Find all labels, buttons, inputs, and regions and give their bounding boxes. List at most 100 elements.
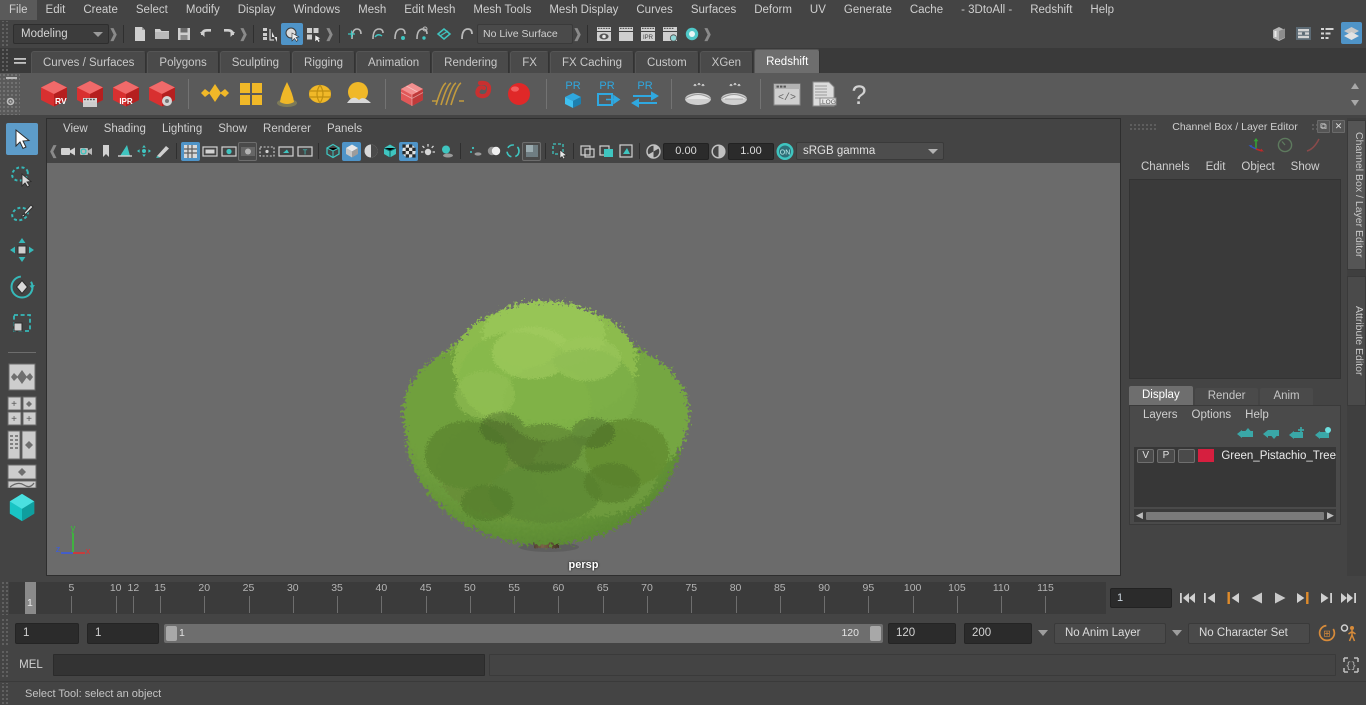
range-slider-grip[interactable] bbox=[0, 619, 9, 647]
motion-blur-icon[interactable] bbox=[484, 142, 503, 161]
redshift-log-icon[interactable]: .LOG bbox=[805, 76, 841, 112]
menu-item-edit-mesh[interactable]: Edit Mesh bbox=[395, 0, 464, 20]
redshift-environment-icon[interactable] bbox=[341, 76, 377, 112]
move-tool-button[interactable] bbox=[6, 234, 38, 266]
vertical-tab-attribute-editor[interactable]: Attribute Editor bbox=[1347, 276, 1366, 406]
range-end-field[interactable]: 120 bbox=[888, 622, 956, 644]
xray-joints-icon[interactable] bbox=[597, 142, 616, 161]
redshift-bake-all-icon[interactable] bbox=[716, 76, 752, 112]
layer-horizontal-scrollbar[interactable]: ◀ ▶ bbox=[1134, 509, 1336, 522]
ambient-occlusion-icon[interactable] bbox=[465, 142, 484, 161]
redshift-ipr-icon[interactable]: IPR bbox=[108, 76, 144, 112]
channel-box-menu-edit[interactable]: Edit bbox=[1198, 157, 1234, 177]
save-scene-icon[interactable] bbox=[173, 23, 195, 45]
status-divider-4[interactable]: ❱ bbox=[702, 25, 713, 43]
current-frame-field[interactable]: 1 bbox=[1110, 588, 1172, 608]
viewport-3d-canvas[interactable]: y x z persp bbox=[47, 163, 1120, 575]
play-forwards-icon[interactable] bbox=[1270, 588, 1289, 608]
viewport-menu-renderer[interactable]: Renderer bbox=[255, 119, 319, 139]
menu-item-3dtoall[interactable]: - 3DtoAll - bbox=[952, 0, 1021, 20]
render-view-icon[interactable] bbox=[593, 23, 615, 45]
move-layer-down-icon[interactable] bbox=[1263, 427, 1280, 443]
shelf-tab-xgen[interactable]: XGen bbox=[699, 51, 754, 73]
menu-item-generate[interactable]: Generate bbox=[835, 0, 901, 20]
wireframe-icon[interactable] bbox=[323, 142, 342, 161]
channel-box-title-bar[interactable]: Channel Box / Layer Editor ⧉ ✕ bbox=[1125, 118, 1345, 135]
vertical-tab-channel-box[interactable]: Channel Box / Layer Editor bbox=[1347, 120, 1366, 270]
status-divider-2[interactable]: ❱ bbox=[324, 25, 335, 43]
anim-layer-field[interactable]: No Anim Layer bbox=[1054, 622, 1166, 644]
viewport-menu-panels[interactable]: Panels bbox=[319, 119, 370, 139]
restore-icon[interactable]: ⧉ bbox=[1317, 120, 1330, 133]
texture-toggle-icon[interactable] bbox=[399, 141, 418, 161]
status-divider-3[interactable]: ❱ bbox=[572, 25, 583, 43]
color-management-selector[interactable]: sRGB gamma bbox=[796, 142, 944, 160]
channel-box-menu-object[interactable]: Object bbox=[1233, 157, 1282, 177]
image-plane-icon[interactable] bbox=[115, 142, 134, 161]
menu-item-curves[interactable]: Curves bbox=[627, 0, 681, 20]
layout-outliner-persp-button[interactable] bbox=[7, 430, 37, 460]
redshift-pr-export-icon[interactable]: PR bbox=[591, 76, 627, 112]
create-new-layer-icon[interactable] bbox=[1289, 427, 1306, 443]
status-divider-1[interactable]: ❱ bbox=[238, 25, 249, 43]
layer-color-swatch[interactable] bbox=[1198, 449, 1215, 462]
use-default-lighting-icon[interactable] bbox=[418, 142, 437, 161]
auto-key-icon[interactable]: ⊞ bbox=[1316, 622, 1338, 644]
render-settings-icon[interactable] bbox=[659, 23, 681, 45]
step-forward-frame-icon[interactable] bbox=[1293, 588, 1312, 608]
menu-item-uv[interactable]: UV bbox=[801, 0, 835, 20]
title-safe-icon[interactable]: T bbox=[295, 142, 314, 161]
show-hide-channel-box-icon[interactable] bbox=[1341, 22, 1362, 44]
snap-to-grid-icon[interactable] bbox=[345, 23, 367, 45]
close-icon[interactable]: ✕ bbox=[1332, 120, 1345, 133]
undo-icon[interactable] bbox=[195, 23, 217, 45]
command-line-grip[interactable] bbox=[0, 651, 9, 679]
layout-single-perspective-button[interactable] bbox=[7, 362, 37, 392]
menu-item-modify[interactable]: Modify bbox=[177, 0, 229, 20]
live-surface-field[interactable]: No Live Surface bbox=[477, 24, 573, 44]
layer-shading-toggle[interactable] bbox=[1177, 448, 1196, 463]
command-language-label[interactable]: MEL bbox=[9, 659, 53, 671]
multisample-icon[interactable] bbox=[503, 142, 522, 161]
menu-item-windows[interactable]: Windows bbox=[284, 0, 349, 20]
viewport-menu-lighting[interactable]: Lighting bbox=[154, 119, 210, 139]
select-camera-icon[interactable] bbox=[58, 142, 77, 161]
make-live-icon[interactable] bbox=[455, 23, 477, 45]
redshift-material-blender-icon[interactable] bbox=[233, 76, 269, 112]
go-to-start-icon[interactable] bbox=[1178, 588, 1197, 608]
wireframe-on-shaded-icon[interactable] bbox=[380, 142, 399, 161]
select-by-hierarchy-icon[interactable] bbox=[259, 23, 281, 45]
layer-row[interactable]: V P Green_Pistachio_Tree bbox=[1134, 447, 1336, 464]
redshift-render-settings-icon[interactable] bbox=[144, 76, 180, 112]
ipr-render-icon[interactable]: IPR bbox=[637, 23, 659, 45]
command-input-field[interactable] bbox=[53, 654, 485, 676]
redshift-dome-light-icon[interactable] bbox=[305, 76, 341, 112]
redshift-render-view-icon[interactable]: RV bbox=[36, 76, 72, 112]
xray-icon[interactable] bbox=[578, 142, 597, 161]
isolate-select-icon[interactable] bbox=[550, 142, 569, 161]
shelf-options-gear-icon[interactable] bbox=[4, 95, 17, 111]
menu-set-selector[interactable]: Modeling bbox=[13, 24, 109, 44]
color-management-toggle-icon[interactable]: ON bbox=[774, 141, 796, 161]
time-slider-grip[interactable] bbox=[0, 581, 9, 615]
layer-list[interactable]: V P Green_Pistachio_Tree bbox=[1134, 447, 1336, 507]
menu-item-display[interactable]: Display bbox=[229, 0, 285, 20]
layer-playback-toggle[interactable]: P bbox=[1157, 448, 1175, 463]
scrollbar-thumb[interactable] bbox=[1146, 511, 1324, 520]
shelf-tab-animation[interactable]: Animation bbox=[356, 51, 432, 73]
go-to-end-icon[interactable] bbox=[1339, 588, 1358, 608]
menu-item-create[interactable]: Create bbox=[74, 0, 127, 20]
shelf-grip[interactable] bbox=[0, 48, 9, 73]
film-gate-icon[interactable] bbox=[200, 142, 219, 161]
redshift-script-editor-icon[interactable]: </> bbox=[769, 76, 805, 112]
redshift-pr-cube-icon[interactable]: PR bbox=[555, 76, 591, 112]
channel-box-menu-channels[interactable]: Channels bbox=[1133, 157, 1198, 177]
redshift-render-sequence-icon[interactable] bbox=[72, 76, 108, 112]
menu-item-cache[interactable]: Cache bbox=[901, 0, 952, 20]
gamma-icon[interactable] bbox=[709, 142, 728, 161]
snap-to-point-icon[interactable] bbox=[389, 23, 411, 45]
menu-item-mesh-display[interactable]: Mesh Display bbox=[540, 0, 627, 20]
step-back-frame-icon[interactable] bbox=[1224, 588, 1243, 608]
grease-pencil-icon[interactable] bbox=[153, 142, 172, 161]
layout-four-view-button[interactable]: + + + bbox=[7, 396, 37, 426]
